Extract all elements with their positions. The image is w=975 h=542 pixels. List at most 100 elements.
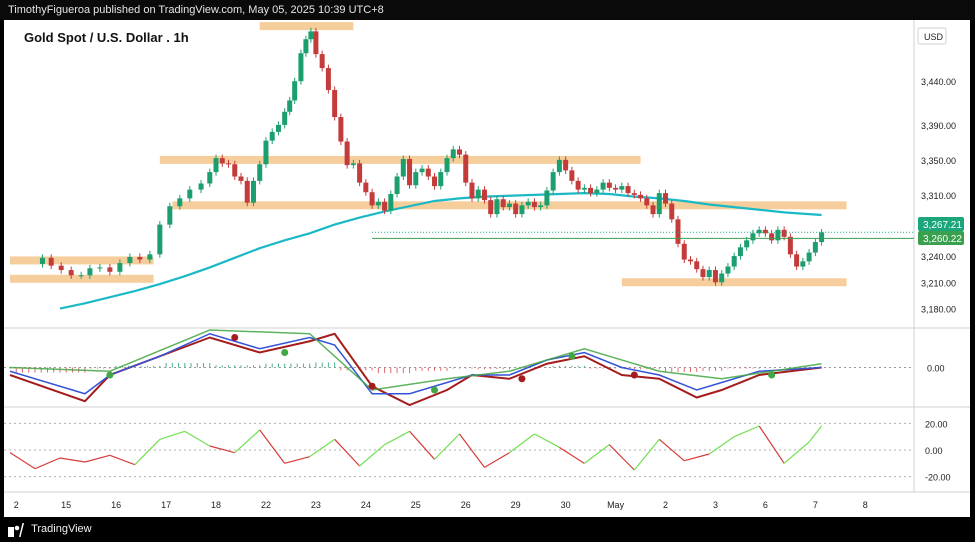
rsi-segment: [259, 429, 286, 464]
candle-body: [463, 154, 469, 183]
candle-body: [469, 182, 475, 199]
candle-body: [581, 187, 587, 190]
candle-body: [600, 182, 606, 190]
rsi-segment: [808, 425, 823, 443]
candle-body: [232, 164, 238, 177]
candle-body: [419, 168, 425, 173]
candle-body: [450, 149, 456, 159]
candle-body: [97, 267, 103, 269]
candle-body: [207, 172, 213, 184]
candle-body: [257, 164, 263, 181]
axes: 3,440.00 3,390.00 3,350.00 3,310.00 3,240.00…: [14, 77, 956, 510]
candle-body: [575, 180, 581, 190]
candle-body: [606, 182, 612, 188]
rsi-segment: [34, 457, 61, 470]
price-tick-label: 3,350.00: [921, 156, 956, 166]
candle-body: [819, 232, 825, 243]
x-axis-label: 29: [511, 500, 521, 510]
tradingview-brand: TradingView: [31, 523, 92, 535]
screenshot-frame: TimothyFigueroa published on TradingView…: [0, 0, 975, 542]
candle-body: [308, 31, 314, 40]
x-axis-label: 16: [111, 500, 121, 510]
candle-body: [544, 190, 550, 206]
price-tick-label: 3,440.00: [921, 77, 956, 87]
candle-body: [58, 265, 64, 271]
chart-area[interactable]: 0.00 20.00 0.00 -20.00 3,440.00 3,390.00 3,3…: [4, 20, 970, 517]
sr-zone: [259, 22, 354, 31]
candle-body: [737, 247, 743, 257]
candle-body: [107, 267, 113, 272]
macd-cross-dot: [568, 352, 576, 360]
candle-body: [744, 240, 750, 248]
candle-body: [569, 170, 575, 181]
price-tick-label: 3,180.00: [921, 305, 956, 315]
x-axis-label: May: [607, 500, 625, 510]
candle-body: [494, 199, 500, 215]
candle-body: [663, 193, 669, 204]
macd-cross-dot: [106, 371, 114, 379]
candle-body: [363, 182, 369, 193]
macd-tick-label: 0.00: [927, 364, 945, 374]
candle-body: [78, 275, 84, 277]
candle-body: [400, 159, 406, 177]
candle-body: [369, 192, 375, 206]
candle-body: [250, 180, 256, 203]
candle-body: [388, 193, 394, 211]
candle-body: [475, 189, 481, 199]
x-axis-label: 22: [261, 500, 271, 510]
candle-body: [488, 200, 494, 215]
rsi-tick-label: 20.00: [925, 419, 948, 429]
support-resistance-zones: [10, 22, 847, 287]
rsi-segment: [434, 433, 460, 460]
rsi-segment: [284, 456, 310, 464]
candle-body: [177, 198, 183, 207]
candle-body: [350, 163, 356, 166]
chart-svg[interactable]: 0.00 20.00 0.00 -20.00 3,440.00 3,390.00 3,3…: [4, 20, 970, 517]
ma-price-tag-text: 3,260.22: [923, 234, 962, 245]
tradingview-footer: TradingView: [0, 517, 975, 542]
candle-body: [425, 168, 431, 177]
candle-body: [275, 124, 281, 132]
candle-body: [538, 205, 544, 208]
candle-body: [681, 243, 687, 260]
candle-body: [694, 261, 700, 270]
candle-body: [375, 201, 381, 206]
candle-body: [687, 259, 693, 262]
candle-body: [506, 203, 512, 208]
candle-body: [762, 229, 768, 234]
candle-body: [513, 203, 519, 215]
macd-cross-dot: [368, 382, 376, 390]
candle-body: [127, 256, 133, 264]
rsi-segment: [633, 438, 660, 471]
x-axis-label: 18: [211, 500, 221, 510]
x-axis-label: 2: [14, 500, 19, 510]
macd-cross-dot: [630, 371, 638, 379]
candle-body: [712, 270, 718, 283]
ma-line: [59, 192, 822, 310]
rsi-segment: [309, 438, 335, 458]
x-axis-label: 3: [713, 500, 718, 510]
candle-body: [638, 194, 644, 199]
rsi-segment: [209, 445, 235, 454]
candle-body: [394, 176, 400, 194]
candle-body: [444, 158, 450, 173]
candle-body: [675, 219, 681, 244]
candle-body: [303, 39, 309, 54]
macd-cross-dot: [281, 349, 289, 356]
candle-body: [226, 163, 232, 165]
x-axis-label: 25: [411, 500, 421, 510]
candle-body: [287, 100, 293, 112]
rsi-segment: [334, 438, 361, 467]
rsi-segment: [409, 430, 435, 460]
x-axis-label: 2: [663, 500, 668, 510]
x-axis-label: 15: [61, 500, 71, 510]
candle-body: [781, 229, 787, 237]
rsi-segment: [459, 433, 485, 468]
candle-body: [213, 158, 219, 173]
candle-body: [806, 252, 812, 262]
rsi-segment: [359, 444, 385, 467]
candle-body: [531, 201, 537, 208]
macd-cross-dot: [768, 371, 776, 379]
candle-body: [800, 261, 806, 267]
currency-label: USD: [924, 32, 944, 42]
